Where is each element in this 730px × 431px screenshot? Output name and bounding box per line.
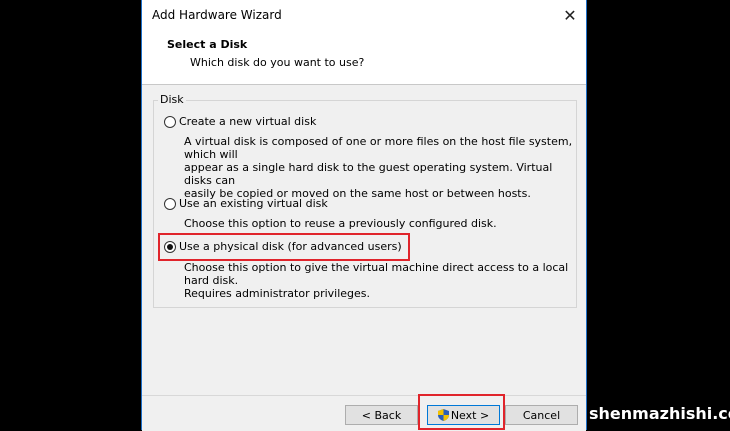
close-button[interactable]: ✕	[556, 2, 584, 28]
back-button[interactable]: < Back	[345, 405, 418, 425]
wizard-footer: < Back Next > Cancel	[142, 395, 586, 431]
highlight-physical-disk-option	[158, 233, 410, 261]
window-title: Add Hardware Wizard	[152, 8, 282, 22]
description-line: Choose this option to reuse a previously…	[184, 217, 497, 230]
cancel-button[interactable]: Cancel	[505, 405, 578, 425]
group-label: Disk	[158, 93, 186, 106]
description-line: appear as a single hard disk to the gues…	[184, 161, 553, 187]
option-description: Choose this option to reuse a previously…	[184, 217, 574, 230]
option-label: Use an existing virtual disk	[179, 197, 328, 210]
radio-button[interactable]	[164, 197, 176, 210]
radio-button[interactable]	[164, 115, 176, 128]
description-line: Choose this option to give the virtual m…	[184, 261, 569, 287]
description-line: Requires administrator privileges.	[184, 287, 371, 300]
option-description: Choose this option to give the virtual m…	[184, 261, 574, 300]
back-button-label: < Back	[361, 408, 402, 422]
page-title: Select a Disk	[167, 38, 248, 51]
option-label: Create a new virtual disk	[179, 115, 317, 128]
wizard-dialog: Add Hardware Wizard ✕ Select a Disk Whic…	[141, 0, 587, 431]
description-line: A virtual disk is composed of one or mor…	[184, 135, 573, 161]
radio-create-new-disk[interactable]: Create a new virtual disk	[164, 115, 316, 128]
close-icon: ✕	[563, 5, 577, 25]
radio-use-existing-disk[interactable]: Use an existing virtual disk	[164, 197, 328, 210]
wizard-header: Select a Disk Which disk do you want to …	[142, 32, 586, 85]
cancel-button-label: Cancel	[522, 408, 561, 422]
option-description: A virtual disk is composed of one or mor…	[184, 135, 574, 200]
title-bar: Add Hardware Wizard ✕	[142, 0, 586, 32]
disk-groupbox: Disk Create a new virtual disk A virtual…	[153, 93, 577, 308]
page-subtitle: Which disk do you want to use?	[190, 56, 365, 69]
highlight-next-button	[418, 394, 505, 430]
watermark-text: shenmazhishi.com	[589, 404, 730, 423]
